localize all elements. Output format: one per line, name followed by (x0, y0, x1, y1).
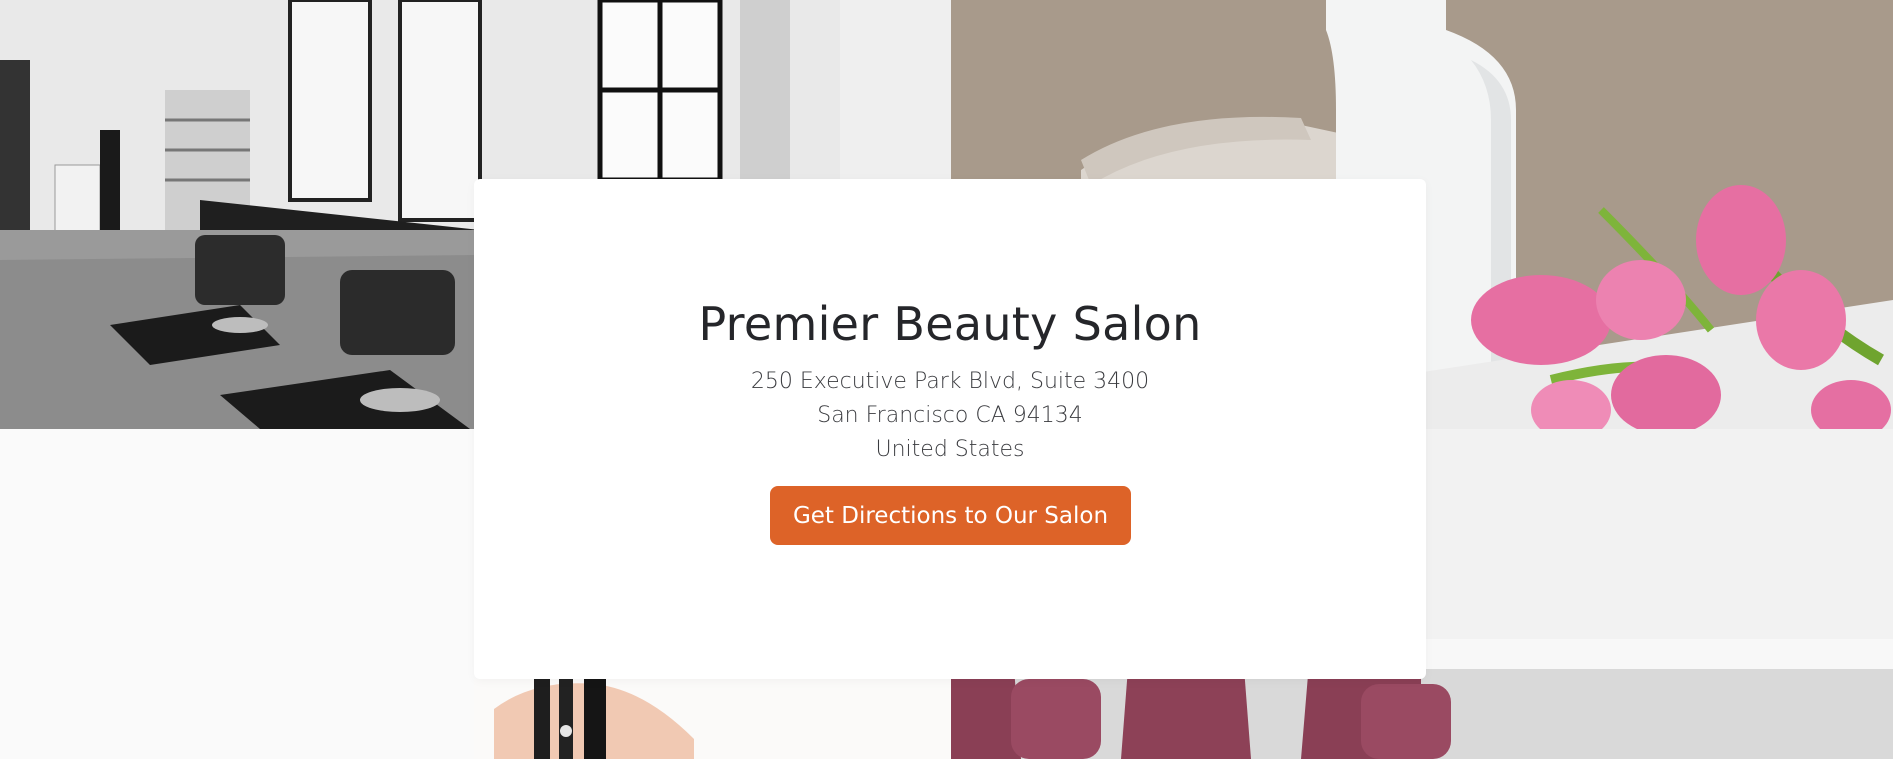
salon-info-card: Premier Beauty Salon 250 Executive Park … (474, 179, 1426, 679)
salon-location-section: Premier Beauty Salon 250 Executive Park … (0, 0, 1893, 759)
get-directions-button[interactable]: Get Directions to Our Salon (770, 486, 1131, 545)
salon-name-heading: Premier Beauty Salon (698, 297, 1202, 351)
address-line-3: United States (875, 437, 1025, 462)
address-line-1: 250 Executive Park Blvd, Suite 3400 (750, 369, 1150, 394)
address-line-2: San Francisco CA 94134 (817, 403, 1083, 428)
hand-with-brushes-photo (474, 679, 951, 759)
salon-address: 250 Executive Park Blvd, Suite 3400 San … (474, 365, 1426, 467)
